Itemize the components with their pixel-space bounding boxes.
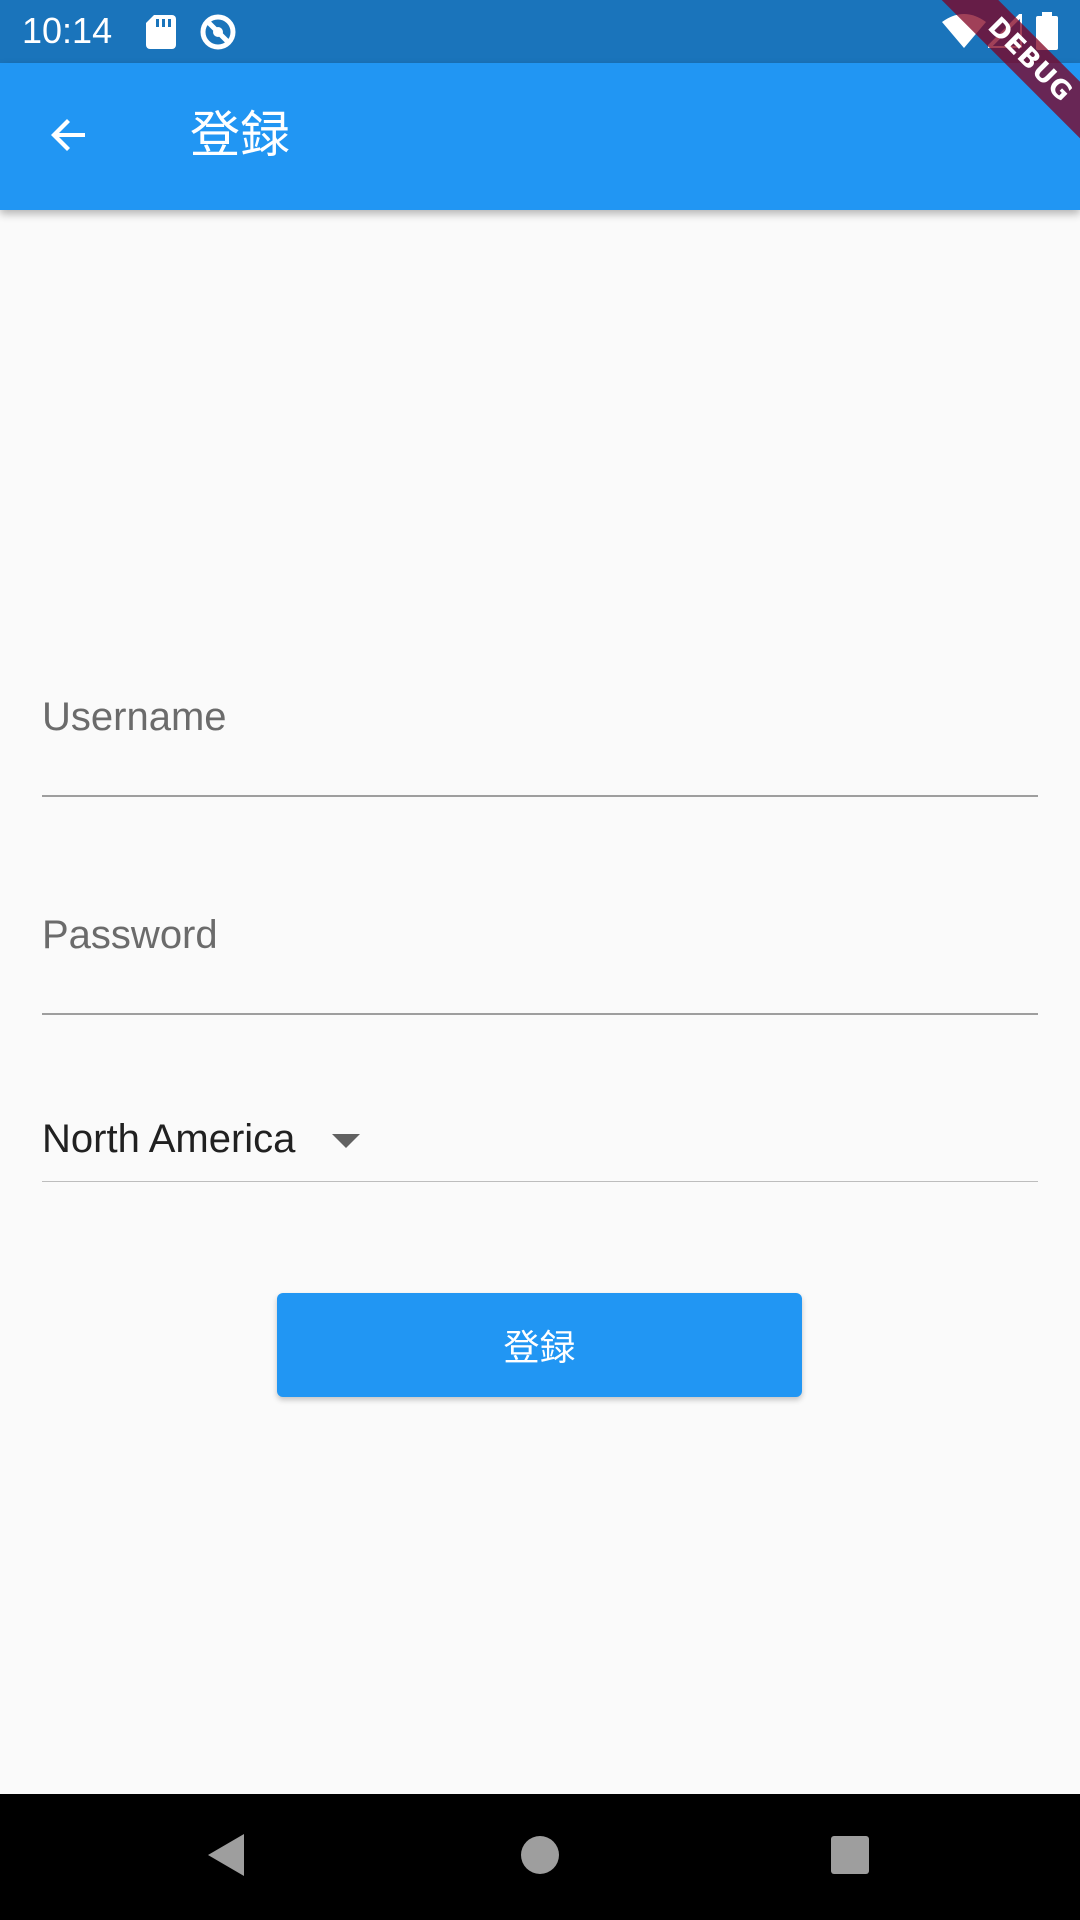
home-circle-icon: [520, 1835, 560, 1879]
password-field[interactable]: Password: [42, 911, 1042, 1017]
status-time: 10:14: [22, 10, 113, 51]
password-input[interactable]: [42, 911, 1042, 973]
username-underline: [42, 795, 1038, 797]
username-field[interactable]: Username: [42, 693, 1042, 799]
sd-card-icon: [146, 15, 176, 53]
back-button[interactable]: [34, 102, 104, 172]
login-screen: 10:14 DEBUG 登録 Username Password North A…: [0, 0, 1080, 1920]
dropdown-arrow-icon: [332, 1133, 360, 1152]
register-button[interactable]: 登録: [277, 1293, 802, 1397]
region-dropdown[interactable]: North America: [42, 1107, 1038, 1183]
nav-back-button[interactable]: [196, 1827, 256, 1887]
system-nav-bar: [0, 1794, 1080, 1920]
username-input[interactable]: [42, 693, 1042, 755]
page-title: 登録: [190, 106, 290, 164]
back-triangle-icon: [204, 1832, 248, 1882]
region-selected-value: North America: [42, 1117, 296, 1161]
region-underline: [42, 1181, 1038, 1182]
nav-home-button[interactable]: [510, 1827, 570, 1887]
nav-recents-button[interactable]: [820, 1827, 880, 1887]
password-underline: [42, 1013, 1038, 1015]
app-bar: 登録: [0, 63, 1080, 210]
recents-square-icon: [830, 1835, 870, 1879]
no-sim-icon: [198, 12, 238, 56]
arrow-back-icon: [45, 111, 93, 163]
status-bar: 10:14: [0, 0, 1080, 63]
